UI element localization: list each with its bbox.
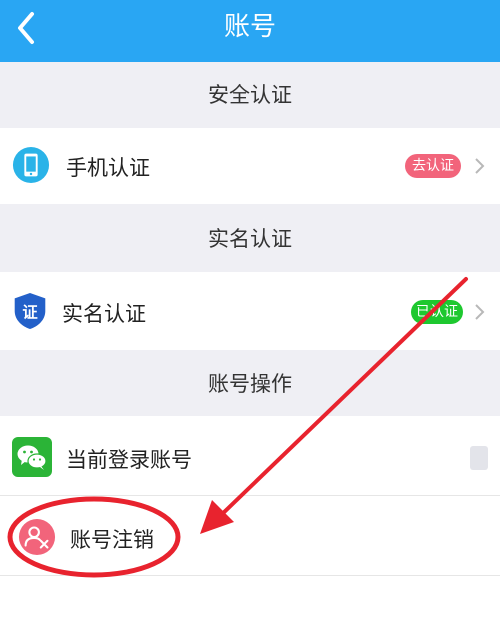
row-account-cancellation[interactable]: 账号注销 <box>0 496 500 576</box>
phone-icon <box>12 146 50 184</box>
chevron-right-icon <box>475 158 485 174</box>
section-header-realname: 实名认证 <box>0 204 500 272</box>
user-remove-icon <box>18 518 56 556</box>
current-account-label: 当前登录账号 <box>66 448 192 472</box>
app-header: 账号 <box>0 0 500 62</box>
page-title: 账号 <box>223 12 276 42</box>
status-badge-pending: 去认证 <box>405 154 461 178</box>
chevron-right-icon <box>475 304 485 320</box>
row-phone-verification[interactable]: 手机认证 去认证 <box>0 128 500 204</box>
section-title-realname: 实名认证 <box>208 227 292 251</box>
account-value-placeholder <box>470 446 488 470</box>
svg-text:证: 证 <box>22 303 37 321</box>
section-header-security: 安全认证 <box>0 62 500 128</box>
row-current-account[interactable]: 当前登录账号 <box>0 416 500 496</box>
section-header-account: 账号操作 <box>0 350 500 416</box>
wechat-icon <box>12 437 52 477</box>
realname-verification-label: 实名认证 <box>62 302 146 326</box>
phone-verification-label: 手机认证 <box>66 156 150 180</box>
section-title-security: 安全认证 <box>208 83 292 107</box>
row-realname-verification[interactable]: 证 实名认证 已认证 <box>0 272 500 350</box>
account-cancellation-label: 账号注销 <box>70 528 154 552</box>
section-title-account: 账号操作 <box>208 372 292 396</box>
status-badge-verified: 已认证 <box>411 300 463 324</box>
shield-icon: 证 <box>14 293 46 329</box>
